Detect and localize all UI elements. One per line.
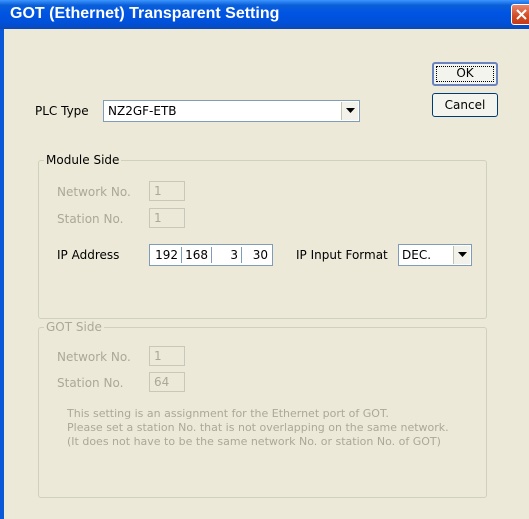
got-note-line-1: This setting is an assignment for the Et… bbox=[67, 407, 389, 420]
module-station-no-value: 1 bbox=[154, 211, 162, 225]
cancel-button-label: Cancel bbox=[444, 98, 486, 112]
plc-type-value: NZ2GF-ETB bbox=[108, 104, 177, 118]
ip-address-label: IP Address bbox=[57, 248, 120, 262]
dialog-body: OK Cancel PLC Type NZ2GF-ETB Module Side… bbox=[4, 29, 529, 519]
chevron-down-icon bbox=[458, 252, 467, 257]
plc-type-dropdown-button[interactable] bbox=[341, 102, 358, 120]
got-station-no-value: 64 bbox=[154, 375, 170, 389]
got-station-no-label: Station No. bbox=[57, 376, 124, 390]
cancel-button[interactable]: Cancel bbox=[432, 93, 498, 117]
got-network-no-label: Network No. bbox=[57, 350, 131, 364]
got-station-no-field[interactable]: 64 bbox=[149, 372, 185, 392]
module-network-no-value: 1 bbox=[154, 184, 162, 198]
ip-input-format-label: IP Input Format bbox=[296, 248, 388, 262]
title-bar[interactable]: GOT (Ethernet) Transparent Setting bbox=[0, 0, 529, 29]
module-station-no-field[interactable]: 1 bbox=[149, 208, 185, 228]
dialog-window: GOT (Ethernet) Transparent Setting OK Ca… bbox=[0, 0, 529, 519]
window-title: GOT (Ethernet) Transparent Setting bbox=[10, 5, 280, 22]
ip-octet-1[interactable]: 192 bbox=[152, 245, 178, 265]
plc-type-label: PLC Type bbox=[35, 104, 89, 118]
ip-octet-2[interactable]: 168 bbox=[182, 245, 208, 265]
close-icon bbox=[516, 9, 527, 20]
ok-button[interactable]: OK bbox=[432, 62, 498, 86]
module-side-group-title: Module Side bbox=[44, 153, 122, 167]
ip-input-format-value: DEC. bbox=[402, 248, 432, 262]
plc-type-dropdown[interactable]: NZ2GF-ETB bbox=[103, 100, 360, 122]
got-side-group-title: GOT Side bbox=[44, 320, 104, 334]
close-button[interactable] bbox=[511, 4, 529, 25]
chevron-down-icon bbox=[346, 108, 355, 113]
ip-octet-3[interactable]: 3 bbox=[212, 245, 238, 265]
got-note-line-2: Please set a station No. that is not ove… bbox=[67, 421, 449, 434]
module-station-no-label: Station No. bbox=[57, 212, 124, 226]
ip-address-field[interactable]: 192 168 3 30 bbox=[149, 244, 273, 266]
got-network-no-value: 1 bbox=[154, 349, 162, 363]
ip-input-format-dropdown[interactable]: DEC. bbox=[398, 244, 472, 266]
focus-rectangle bbox=[436, 66, 494, 82]
ip-octet-4[interactable]: 30 bbox=[242, 245, 268, 265]
ip-input-format-dropdown-button[interactable] bbox=[453, 246, 470, 264]
module-side-group bbox=[38, 160, 487, 319]
module-network-no-label: Network No. bbox=[57, 185, 131, 199]
got-network-no-field[interactable]: 1 bbox=[149, 346, 185, 366]
module-network-no-field[interactable]: 1 bbox=[149, 181, 185, 201]
got-note-line-3: (It does not have to be the same network… bbox=[67, 435, 441, 448]
